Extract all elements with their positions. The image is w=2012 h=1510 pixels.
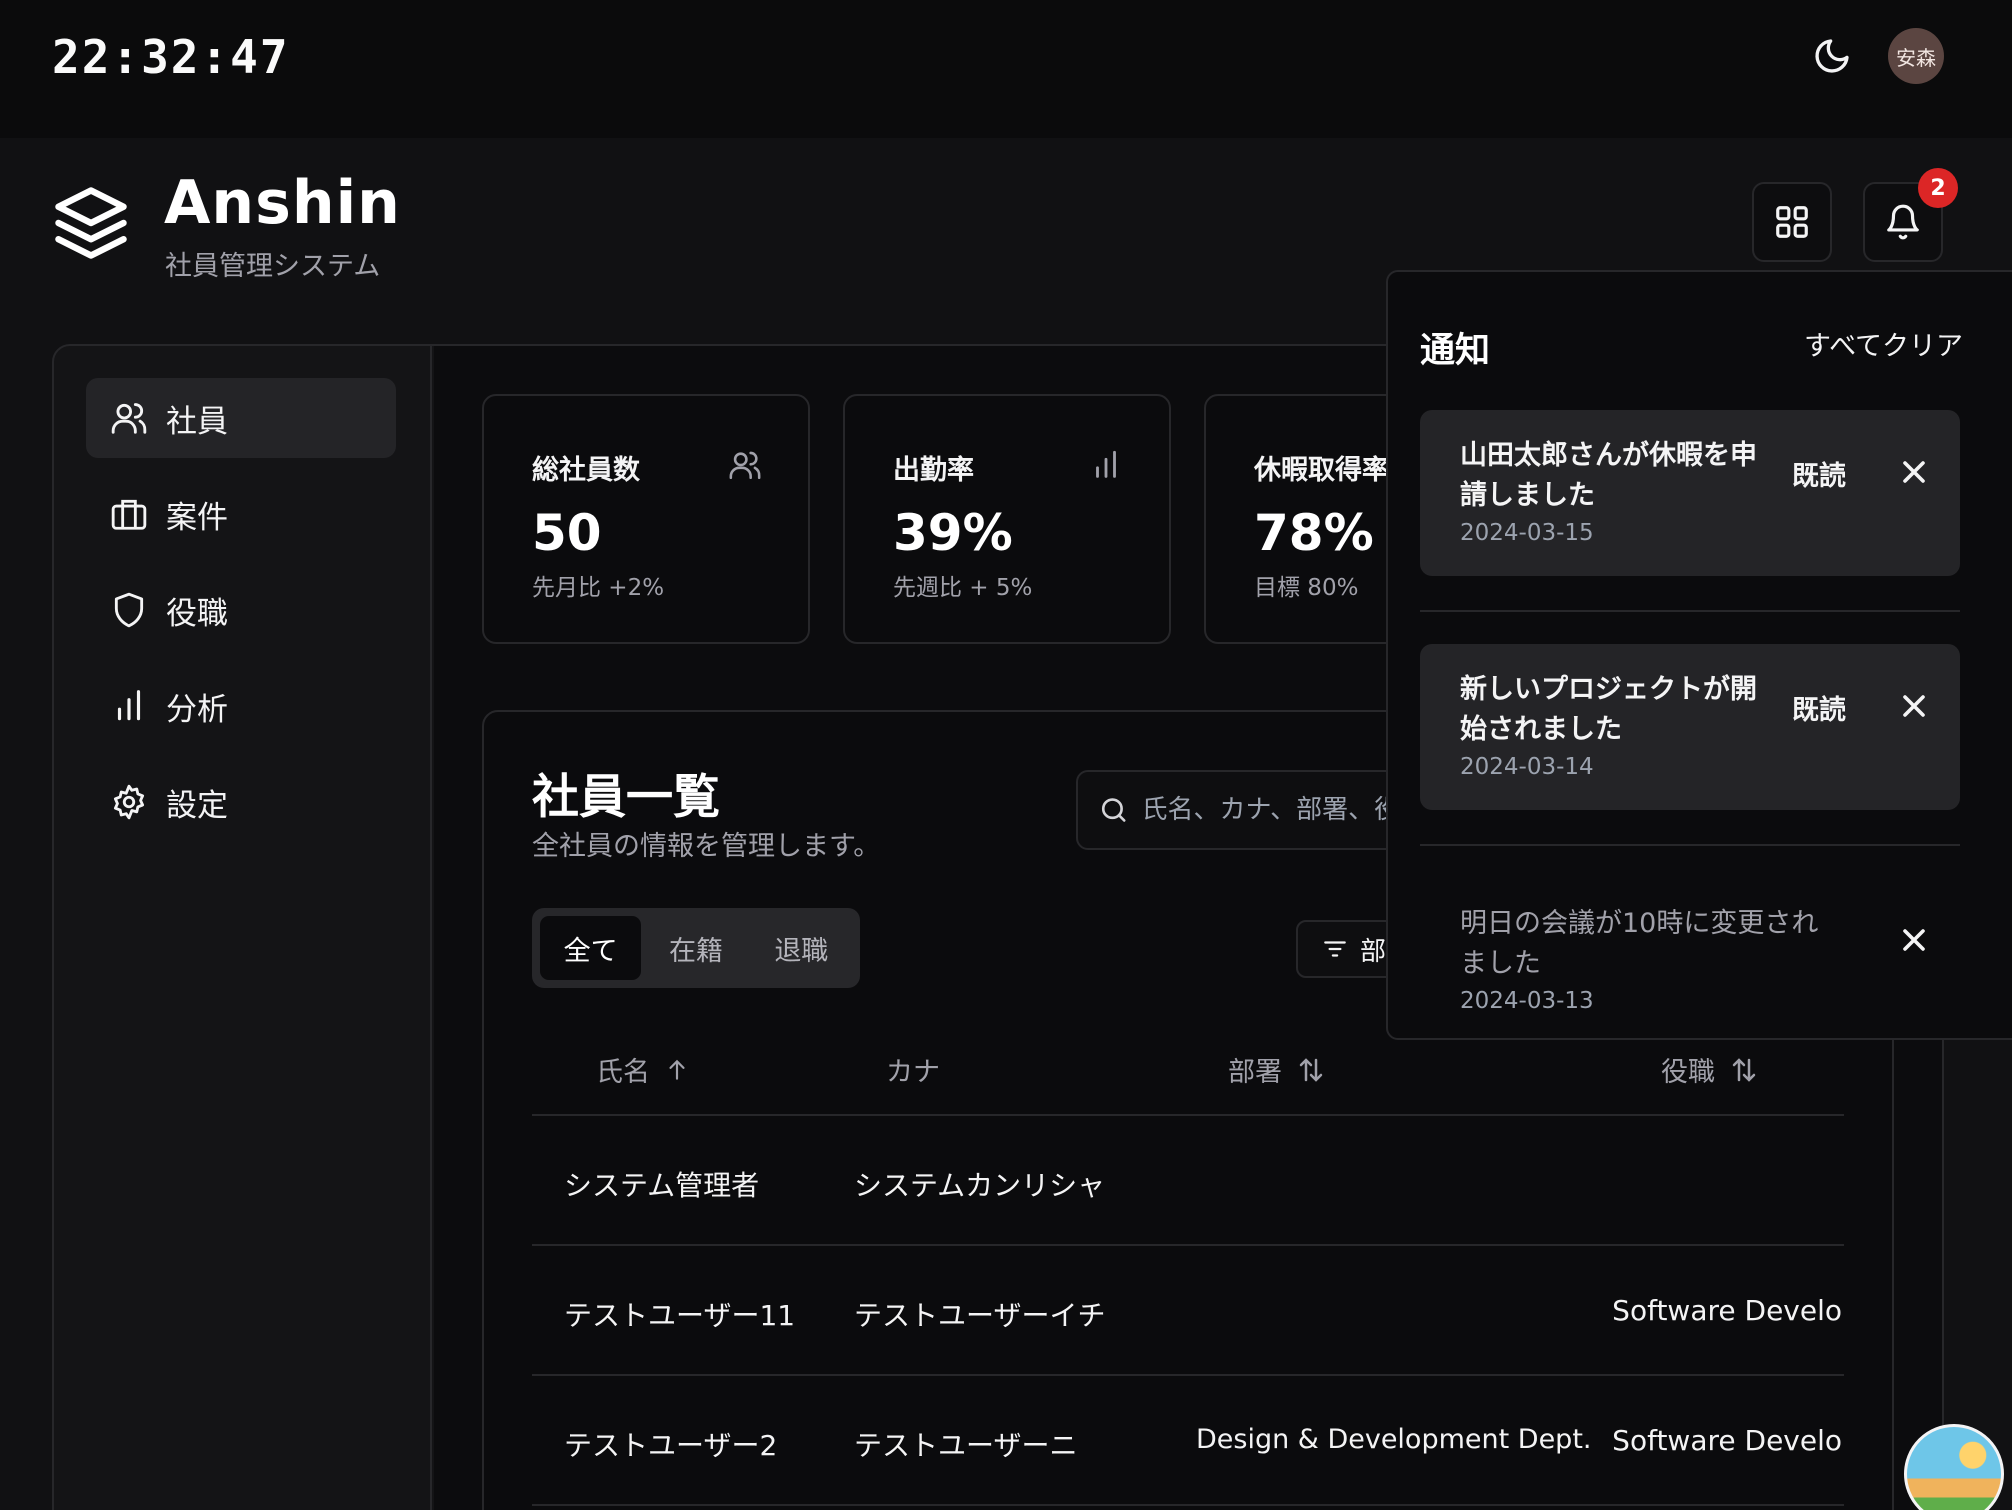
stat-card-total-employees: 総社員数 50 先月比 +2% [482,394,810,644]
mark-read-button[interactable]: 既読 [1792,688,1846,727]
sidebar-item-projects[interactable]: 案件 [86,474,396,554]
column-header-kana[interactable]: カナ [886,1050,940,1089]
tab-all[interactable]: 全て [540,916,642,980]
top-bar [0,0,2012,138]
cell-position: Software Develo [1612,1294,1842,1327]
search-icon [1101,798,1126,822]
sidebar-item-settings[interactable]: 設定 [86,762,396,842]
theme-toggle-button[interactable] [1806,30,1858,82]
stat-note: 先月比 +2% [532,575,665,601]
bell-icon [1887,204,1919,240]
close-icon[interactable] [1896,688,1932,724]
tab-retired[interactable]: 退職 [751,916,852,980]
close-icon[interactable] [1896,454,1932,490]
sidebar-item-positions[interactable]: 役職 [86,570,396,650]
stat-card-attendance: 出勤率 39% 先週比 + 5% [843,394,1171,644]
stat-title: 休暇取得率 [1254,455,1389,486]
stat-value: 39% [893,504,1013,562]
notification-message: 新しいプロジェクトが開始されました [1460,674,1757,745]
cell-kana: テストユーザーニ [854,1429,1078,1462]
column-header-department[interactable]: 部署 [1228,1050,1326,1089]
brand-name: Anshin [164,168,401,238]
beach-island-image[interactable] [1904,1424,2004,1510]
column-header-position[interactable]: 役職 [1661,1050,1759,1089]
sidebar-item-analytics[interactable]: 分析 [86,666,396,746]
sidebar-item-employees[interactable]: 社員 [86,378,396,458]
layers-logo-icon [55,187,127,259]
cell-kana: テストユーザーイチ [854,1299,1106,1332]
bar-chart-icon [117,690,141,721]
notification-message: 明日の会議が10時に変更されました [1460,908,1819,979]
stat-value: 78% [1254,504,1374,562]
stat-title: 出勤率 [893,455,974,486]
cell-name: システム管理者 [564,1169,760,1202]
cell-department: Design & Development Dept. [1196,1424,1592,1455]
cell-position: Software Develo [1612,1424,1842,1457]
sidebar-item-label: 分析 [166,691,228,728]
sidebar: 社員 案件 役職 分析 設定 [52,344,432,1510]
notification-count-badge: 2 [1918,168,1958,208]
notification-panel-title: 通知 [1420,331,1491,371]
close-icon[interactable] [1896,922,1932,958]
bar-chart-icon [1096,450,1116,478]
notification-divider [1420,610,1960,612]
notification-date: 2024-03-13 [1460,988,1594,1014]
column-label: カナ [886,1057,940,1088]
cell-kana: システムカンリシャ [854,1169,1106,1202]
clear-all-button[interactable]: すべてクリア [1804,324,1963,363]
cell-name: テストユーザー2 [564,1429,778,1462]
status-tabs: 全て 在籍 退職 [532,908,860,988]
notification-date: 2024-03-14 [1460,754,1594,780]
sidebar-item-label: 社員 [166,403,228,440]
notification-panel: 通知 すべてクリア 山田太郎さんが休暇を申請しました 2024-03-15 既読… [1386,270,2012,1040]
gear-icon [113,784,145,820]
page-title: 社員一覧 [532,770,720,825]
tab-active[interactable]: 在籍 [645,916,746,980]
brand-subtitle: 社員管理システム [165,251,381,282]
notification-message: 山田太郎さんが休暇を申請しました [1460,440,1757,511]
table-divider [532,1504,1844,1506]
table-divider [532,1374,1844,1376]
column-label: 部署 [1228,1057,1282,1088]
mark-read-button[interactable]: 既読 [1792,454,1846,493]
briefcase-icon [111,499,147,530]
users-icon [111,403,147,434]
shield-icon [114,592,144,628]
filter-icon [1324,941,1346,957]
stat-note: 先週比 + 5% [893,575,1033,601]
table-divider [532,1244,1844,1246]
grid-icon [1776,206,1808,238]
notification-date: 2024-03-15 [1460,520,1594,546]
stat-title: 総社員数 [532,455,640,486]
notification-divider [1420,844,1960,846]
clock: 22:32:47 [52,30,290,84]
notification-item[interactable]: 新しいプロジェクトが開始されました 2024-03-14 既読 [1420,644,1960,810]
stat-value: 50 [532,504,602,562]
column-label: 役職 [1661,1057,1715,1088]
sort-icon [1732,1057,1756,1082]
column-label: 氏名 [596,1057,650,1088]
sort-ascending-icon [669,1059,685,1080]
sidebar-item-label: 案件 [166,499,228,536]
sidebar-item-label: 設定 [166,787,228,824]
page-subtitle: 全社員の情報を管理します。 [532,831,881,862]
table-divider [532,1114,1844,1116]
column-header-name[interactable]: 氏名 [596,1050,690,1089]
cell-name: テストユーザー11 [564,1299,796,1332]
moon-icon [1815,39,1849,73]
sort-icon [1299,1057,1323,1082]
users-icon [729,451,761,480]
stat-note: 目標 80% [1254,575,1359,601]
notification-item[interactable]: 明日の会議が10時に変更されました 2024-03-13 [1420,878,1960,1038]
avatar[interactable]: 安森 [1888,28,1944,84]
notification-item[interactable]: 山田太郎さんが休暇を申請しました 2024-03-15 既読 [1420,410,1960,576]
sidebar-item-label: 役職 [166,595,228,632]
apps-grid-button[interactable] [1752,182,1832,262]
